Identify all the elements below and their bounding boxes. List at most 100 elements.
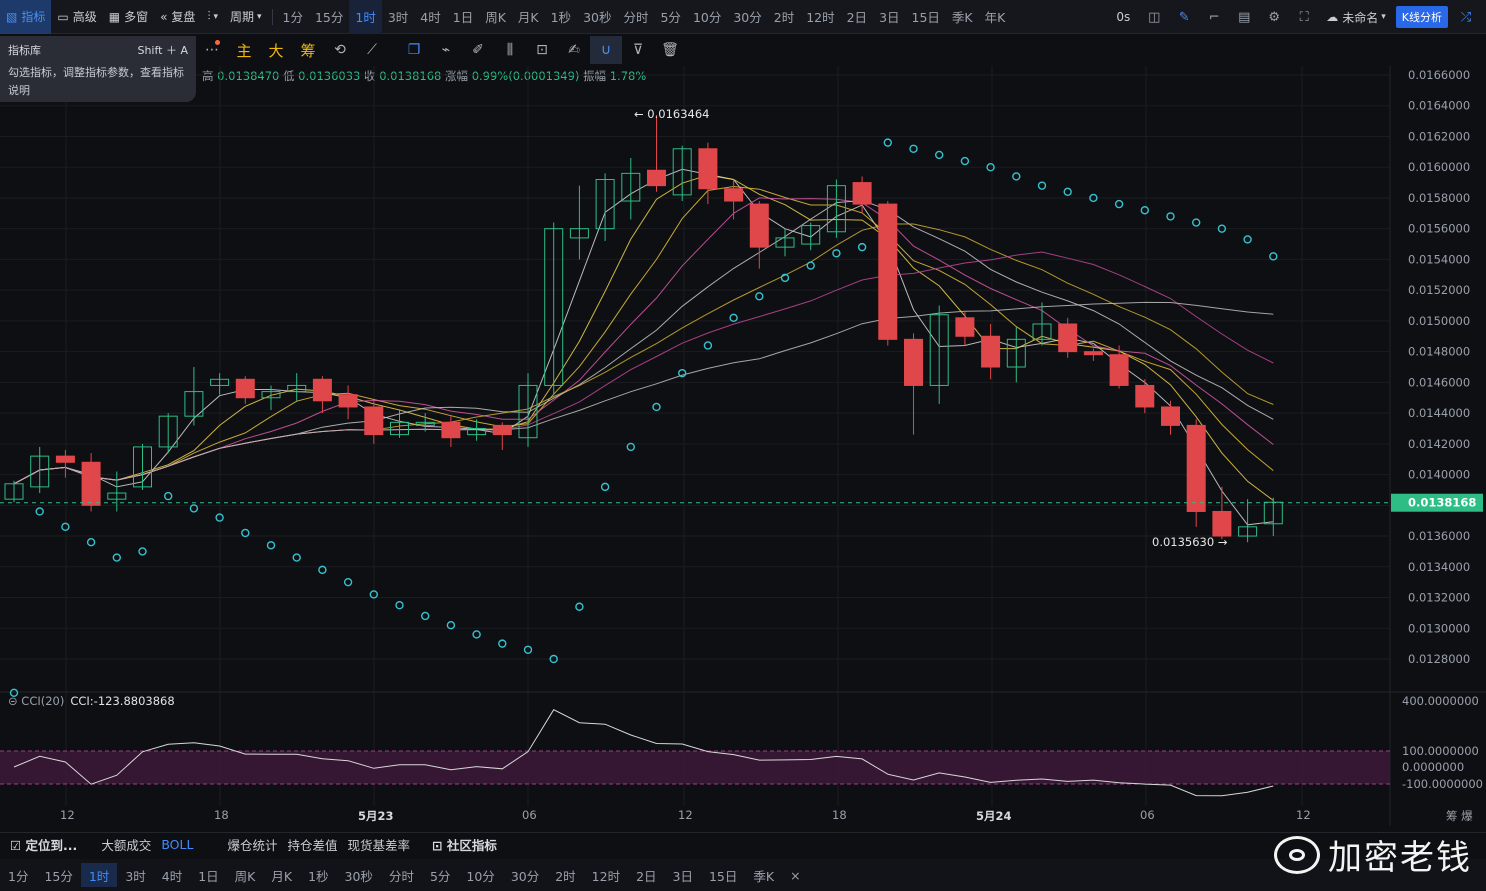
- magnet-icon[interactable]: ∪: [590, 36, 622, 64]
- bottom-timeframe-14[interactable]: 2时: [547, 863, 583, 887]
- more-icon[interactable]: ⋯: [196, 36, 228, 64]
- chevron-down-icon: ▾: [213, 11, 218, 22]
- cci-name: CCI(20): [21, 694, 65, 708]
- bottom-timeframe-11[interactable]: 5分: [422, 863, 458, 887]
- candle-body: [1109, 354, 1129, 386]
- oi-diff-tab[interactable]: 持仓差值: [287, 835, 337, 854]
- gear-icon[interactable]: ⚙: [1262, 5, 1286, 29]
- table-icon[interactable]: ▤: [1232, 5, 1256, 29]
- period-button[interactable]: 周期 ▾: [224, 0, 268, 34]
- price-tick-label: 0.0152000: [1408, 283, 1470, 297]
- bottom-timeframe-13[interactable]: 30分: [503, 863, 547, 887]
- brush-icon[interactable]: ✐: [462, 36, 494, 64]
- timeframe-9[interactable]: 30秒: [577, 0, 617, 34]
- indicator-label: 指标: [21, 10, 46, 24]
- timeframe-10[interactable]: 分时: [617, 0, 654, 34]
- layout-selector[interactable]: ☁ 未命名 ▾: [1322, 0, 1390, 34]
- timeframe-20[interactable]: 年K: [979, 0, 1012, 34]
- edit-icon[interactable]: ✍: [558, 36, 590, 64]
- chart-type-button[interactable]: ⫶ ▾: [201, 0, 224, 34]
- bottom-timeframe-15[interactable]: 12时: [584, 863, 628, 887]
- bottom-timeframe-6[interactable]: 周K: [227, 863, 264, 887]
- basis-tab[interactable]: 现货基差率: [347, 835, 410, 854]
- bottom-timeframe-1[interactable]: 15分: [36, 863, 80, 887]
- bars-icon[interactable]: ⫼: [494, 36, 526, 64]
- bottom-timeframe-8[interactable]: 1秒: [300, 863, 336, 887]
- bottom-timeframe-18[interactable]: 15日: [701, 863, 745, 887]
- candle-body: [955, 317, 975, 337]
- timeframe-12[interactable]: 10分: [687, 0, 727, 34]
- share-icon[interactable]: ⤮: [1454, 5, 1478, 29]
- timeframe-1[interactable]: 15分: [309, 0, 349, 34]
- copy-icon[interactable]: ❐: [398, 36, 430, 64]
- crop-icon[interactable]: ⌐: [1202, 5, 1226, 29]
- pencil-icon[interactable]: ✎: [1172, 5, 1196, 29]
- replay-button[interactable]: «复盘: [154, 0, 201, 34]
- watermark: 加密老钱: [1274, 830, 1472, 879]
- replay-label: 复盘: [171, 10, 196, 24]
- timeframe-13[interactable]: 30分: [727, 0, 767, 34]
- bottom-timeframe-9[interactable]: 30秒: [337, 863, 381, 887]
- trash-icon[interactable]: 🗑: [654, 36, 686, 64]
- timeframe-2[interactable]: 1时: [349, 0, 382, 34]
- timeframe-4[interactable]: 4时: [414, 0, 446, 34]
- filter-icon[interactable]: ⊽: [622, 36, 654, 64]
- locate-button[interactable]: ☑ 定位到...: [10, 835, 77, 854]
- kline-analysis-button[interactable]: K线分析: [1395, 6, 1448, 28]
- bottom-timeframe-12[interactable]: 10分: [458, 863, 502, 887]
- big-trade-tab[interactable]: 大额成交: [101, 835, 151, 854]
- price-chart[interactable]: 0.0166000 0.0164000 0.0162000 0.0160000 0.01…: [0, 66, 1486, 826]
- bottom-timeframe-7[interactable]: 月K: [263, 863, 300, 887]
- bottom-timeframe-4[interactable]: 4时: [154, 863, 190, 887]
- candle-body: [1058, 323, 1078, 353]
- bottom-timeframe-19[interactable]: 季K: [745, 863, 782, 887]
- tooltip-title: 指标库: [8, 44, 41, 57]
- timeframe-8[interactable]: 1秒: [545, 0, 577, 34]
- sar-dot: [1243, 235, 1252, 244]
- big-order-button[interactable]: 大: [260, 36, 292, 64]
- bottom-timeframe-5[interactable]: 1日: [190, 863, 226, 887]
- chip-toggle[interactable]: 筹 爆: [1446, 808, 1473, 824]
- timeframe-15[interactable]: 12时: [800, 0, 840, 34]
- bottom-timeframe-17[interactable]: 3日: [665, 863, 701, 887]
- chip-button[interactable]: 筹: [292, 36, 324, 64]
- candle-body: [852, 182, 872, 205]
- drawing-toolbar: ⋯ 主 大 筹 ⟲ ⟋ ❐ ⌁ ✐ ⫼ ⊡ ✍ ∪ ⊽ 🗑: [0, 35, 1390, 65]
- trend-tool-icon[interactable]: ⟋: [356, 36, 388, 64]
- bottom-timeframe-10[interactable]: 分时: [381, 863, 422, 887]
- timeframe-16[interactable]: 2日: [841, 0, 873, 34]
- timeframe-0[interactable]: 1分: [277, 0, 309, 34]
- timeframe-5[interactable]: 1日: [447, 0, 479, 34]
- bottom-timeframe-16[interactable]: 2日: [628, 863, 664, 887]
- close-icon[interactable]: ×: [782, 863, 808, 887]
- bottom-timeframe-3[interactable]: 3时: [117, 863, 153, 887]
- timeframe-14[interactable]: 2时: [768, 0, 800, 34]
- ma-line-3: [13, 168, 1274, 526]
- cloud-icon: ☁: [1326, 10, 1339, 24]
- timeframe-3[interactable]: 3时: [382, 0, 414, 34]
- boll-tab[interactable]: BOLL: [161, 837, 193, 852]
- sar-dot: [1063, 187, 1072, 197]
- timeframe-18[interactable]: 15日: [906, 0, 946, 34]
- bottom-timeframe-2[interactable]: 1时: [80, 863, 118, 887]
- timeframe-11[interactable]: 5分: [654, 0, 686, 34]
- multi-window-button[interactable]: ▦ 多窗: [103, 0, 154, 34]
- camera-icon[interactable]: ◫: [1142, 5, 1166, 29]
- eye-icon[interactable]: ⊝: [8, 694, 18, 708]
- indicator-button[interactable]: ▧ 指标: [0, 0, 52, 34]
- community-tab[interactable]: ⊡ 社区指标: [432, 835, 497, 854]
- liquidation-tab[interactable]: 爆仓统计: [227, 835, 277, 854]
- timeframe-7[interactable]: 月K: [512, 0, 545, 34]
- timeframe-6[interactable]: 周K: [479, 0, 512, 34]
- candle-body: [235, 378, 255, 399]
- lock-icon[interactable]: ⊡: [526, 36, 558, 64]
- advanced-button[interactable]: ▭ 高级: [51, 0, 102, 34]
- bottom-timeframe-0[interactable]: 1分: [0, 863, 36, 887]
- timeframe-19[interactable]: 季K: [946, 0, 979, 34]
- fullscreen-icon[interactable]: ⛶: [1292, 5, 1316, 29]
- ruler-icon[interactable]: ⌁: [430, 36, 462, 64]
- sync-icon[interactable]: ⟲: [324, 36, 356, 64]
- timeframe-17[interactable]: 3日: [873, 0, 905, 34]
- weibo-logo: [1274, 835, 1320, 874]
- main-force-button[interactable]: 主: [228, 36, 260, 64]
